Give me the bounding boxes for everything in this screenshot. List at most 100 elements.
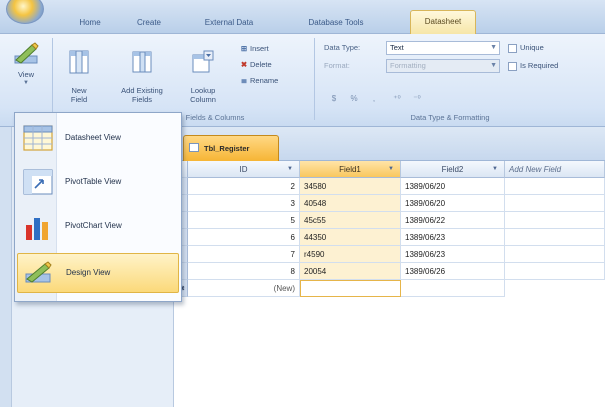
menu-item-pivotchart-view[interactable]: PivotChart View bbox=[17, 207, 179, 247]
format-value: Formatting bbox=[390, 61, 426, 70]
cell-add-new-field[interactable] bbox=[505, 229, 605, 246]
data-type-dropdown[interactable]: Text ▼ bbox=[386, 41, 500, 55]
insert-button[interactable]: ⊞ Insert bbox=[238, 42, 269, 56]
document-tab-label: Tbl_Register bbox=[204, 144, 250, 153]
rename-button[interactable]: ≣ Rename bbox=[238, 74, 279, 88]
cell-add-new-field[interactable] bbox=[505, 263, 605, 280]
decrease-decimals-icon[interactable]: ⁻⁰ bbox=[408, 92, 426, 106]
insert-column-icon: ⊞ bbox=[240, 44, 248, 53]
new-row-field1-input[interactable] bbox=[300, 280, 401, 297]
cell-id[interactable]: 6 bbox=[188, 229, 300, 246]
column-header-label: ID bbox=[239, 165, 248, 174]
design-view-icon bbox=[14, 42, 39, 64]
menu-item-label: PivotTable View bbox=[65, 177, 122, 186]
ribbon-tab-strip: Home Create External Data Database Tools… bbox=[0, 0, 605, 34]
cell-add-new-field[interactable] bbox=[505, 178, 605, 195]
cell-field1[interactable]: 44350 bbox=[300, 229, 401, 246]
add-existing-fields-icon bbox=[132, 51, 152, 73]
column-header-field1[interactable]: Field1 ▼ bbox=[300, 161, 401, 178]
view-button[interactable]: View ▼ bbox=[8, 40, 44, 88]
lookup-column-label: Lookup Column bbox=[190, 86, 216, 104]
unique-checkbox[interactable]: Unique bbox=[508, 41, 544, 55]
is-required-label: Is Required bbox=[520, 61, 559, 70]
chevron-down-icon: ▼ bbox=[23, 80, 29, 86]
new-row-field2-cell[interactable] bbox=[401, 280, 505, 297]
design-icon bbox=[25, 261, 52, 283]
cell-id[interactable]: 2 bbox=[188, 178, 300, 195]
new-field-label: New Field bbox=[70, 86, 88, 104]
cell-id[interactable]: 5 bbox=[188, 212, 300, 229]
data-type-value: Text bbox=[390, 43, 404, 52]
is-required-checkbox[interactable]: Is Required bbox=[508, 59, 558, 73]
cell-id[interactable]: 8 bbox=[188, 263, 300, 280]
tab-create[interactable]: Create bbox=[128, 14, 170, 32]
insert-label: Insert bbox=[250, 44, 269, 53]
lookup-column-button[interactable]: Lookup Column bbox=[186, 40, 220, 104]
new-field-icon bbox=[69, 50, 89, 74]
document-tab-tbl-register[interactable]: Tbl_Register bbox=[183, 135, 279, 161]
cell-id[interactable]: 7 bbox=[188, 246, 300, 263]
divider bbox=[52, 38, 53, 120]
cell-field1[interactable]: 20054 bbox=[300, 263, 401, 280]
cell-field2[interactable]: 1389/06/23 bbox=[401, 246, 505, 263]
data-type-label: Data Type: bbox=[324, 43, 361, 52]
data-type-formatting-group-label: Data Type & Formatting bbox=[410, 113, 490, 122]
nav-pane-collapse-strip[interactable] bbox=[0, 127, 12, 407]
tab-datasheet[interactable]: Datasheet bbox=[410, 10, 476, 34]
cell-add-new-field[interactable] bbox=[505, 246, 605, 263]
cell-add-new-field[interactable] bbox=[505, 212, 605, 229]
column-header-label: Field1 bbox=[339, 165, 361, 174]
delete-label: Delete bbox=[250, 60, 272, 69]
lookup-column-icon bbox=[192, 50, 214, 73]
menu-item-design-view[interactable]: Design View bbox=[17, 253, 179, 293]
tab-database-tools[interactable]: Database Tools bbox=[300, 14, 372, 32]
cell-field1[interactable]: 45c55 bbox=[300, 212, 401, 229]
view-dropdown-menu: Datasheet View PivotTable View PivotChar… bbox=[14, 112, 182, 302]
column-header-field2[interactable]: Field2 ▼ bbox=[401, 161, 505, 178]
cell-id[interactable]: 3 bbox=[188, 195, 300, 212]
datasheet-grid: ID ▼ Field1 ▼ Field2 ▼ Add New Field 2 34… bbox=[175, 161, 605, 407]
currency-format-icon[interactable]: $ bbox=[326, 92, 342, 106]
chevron-down-icon: ▼ bbox=[388, 166, 394, 172]
column-header-label: Field2 bbox=[441, 165, 464, 174]
comma-format-icon[interactable]: , bbox=[366, 92, 382, 106]
add-existing-fields-button[interactable]: Add Existing Fields bbox=[118, 40, 166, 104]
cell-field2[interactable]: 1389/06/23 bbox=[401, 229, 505, 246]
cell-field1[interactable]: r4590 bbox=[300, 246, 401, 263]
tab-home[interactable]: Home bbox=[70, 14, 110, 32]
cell-field2[interactable]: 1389/06/26 bbox=[401, 263, 505, 280]
rename-icon: ≣ bbox=[240, 76, 248, 85]
increase-decimals-icon[interactable]: ⁺⁰ bbox=[388, 92, 406, 106]
cell-field1[interactable]: 40548 bbox=[300, 195, 401, 212]
office-button[interactable] bbox=[6, 0, 44, 24]
menu-item-datasheet-view[interactable]: Datasheet View bbox=[17, 119, 179, 159]
add-existing-fields-label: Add Existing Fields bbox=[121, 86, 163, 104]
view-button-label: View bbox=[17, 70, 35, 79]
checkbox-box bbox=[508, 43, 517, 53]
divider bbox=[314, 38, 315, 120]
pivotchart-icon bbox=[26, 218, 48, 240]
cell-field2[interactable]: 1389/06/22 bbox=[401, 212, 505, 229]
column-header-id[interactable]: ID ▼ bbox=[188, 161, 300, 178]
delete-icon: ✖ bbox=[240, 60, 248, 69]
cell-field2[interactable]: 1389/06/20 bbox=[401, 195, 505, 212]
datasheet-icon bbox=[23, 125, 53, 151]
delete-button[interactable]: ✖ Delete bbox=[238, 58, 272, 72]
format-dropdown[interactable]: Formatting ▼ bbox=[386, 59, 500, 73]
unique-label: Unique bbox=[520, 43, 544, 52]
menu-item-label: PivotChart View bbox=[65, 221, 122, 230]
rename-label: Rename bbox=[250, 76, 279, 85]
cell-field2[interactable]: 1389/06/20 bbox=[401, 178, 505, 195]
column-header-add-new-field[interactable]: Add New Field bbox=[505, 161, 605, 178]
chevron-down-icon: ▼ bbox=[490, 62, 497, 69]
menu-item-label: Datasheet View bbox=[65, 133, 121, 142]
tab-external-data[interactable]: External Data bbox=[196, 14, 262, 32]
percent-format-icon[interactable]: % bbox=[346, 92, 362, 106]
cell-add-new-field[interactable] bbox=[505, 195, 605, 212]
new-field-button[interactable]: New Field bbox=[62, 40, 96, 104]
cell-field1[interactable]: 34580 bbox=[300, 178, 401, 195]
menu-item-pivottable-view[interactable]: PivotTable View bbox=[17, 163, 179, 203]
chevron-down-icon: ▼ bbox=[287, 166, 293, 172]
table-icon bbox=[189, 143, 199, 152]
new-row-id-cell[interactable]: (New) bbox=[188, 280, 300, 297]
